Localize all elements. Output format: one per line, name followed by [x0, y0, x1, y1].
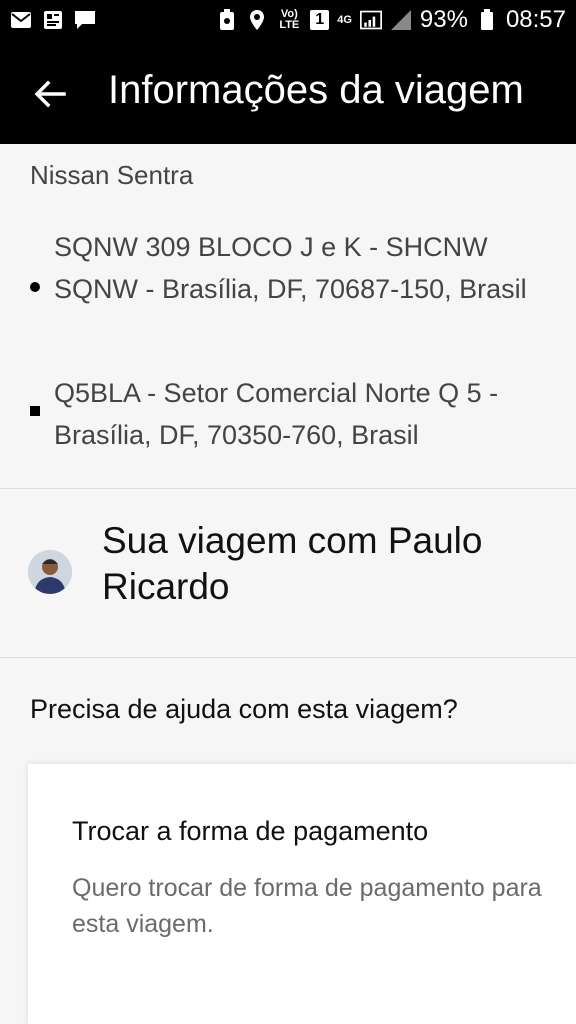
battery-icon	[476, 9, 498, 31]
dropoff-marker-icon	[30, 406, 40, 416]
pickup-marker-icon	[30, 282, 40, 292]
back-button[interactable]	[30, 74, 70, 114]
battery-percentage: 93%	[419, 6, 468, 33]
divider	[0, 488, 576, 489]
help-option-title: Trocar a forma de pagamento	[72, 816, 429, 846]
gallery-icon	[42, 9, 64, 31]
volte-label: Vo) LTE	[279, 8, 300, 31]
page-title: Informações da viagem	[108, 68, 524, 112]
driver-trip-title[interactable]: Sua viagem com Paulo Ricardo	[102, 518, 542, 610]
status-bar: Vo) LTE 1 4G 93% 08:57	[0, 0, 576, 44]
divider	[0, 657, 576, 658]
network-label: 4G	[337, 13, 352, 26]
battery-saver-icon	[216, 9, 238, 31]
signal-strength-icon	[390, 9, 412, 31]
help-option-change-payment[interactable]: Trocar a forma de pagamento Quero trocar…	[28, 764, 576, 1024]
driver-avatar	[28, 550, 72, 594]
help-heading: Precisa de ajuda com esta viagem?	[30, 694, 458, 724]
pickup-address: SQNW 309 BLOCO J e K - SHCNW SQNW - Bras…	[54, 232, 527, 304]
app-bar: Informações da viagem	[0, 44, 576, 144]
signal-icon	[359, 9, 382, 31]
location-icon	[246, 9, 268, 31]
dropoff-address: Q5BLA - Setor Comercial Norte Q 5 - Bras…	[54, 378, 499, 450]
help-option-description: Quero trocar de forma de pagamento para …	[72, 874, 542, 938]
arrow-left-icon	[34, 80, 66, 108]
sim-badge: 1	[310, 10, 330, 30]
clock: 08:57	[505, 6, 566, 33]
message-icon	[74, 9, 96, 31]
vehicle-name: Nissan Sentra	[30, 160, 194, 190]
mail-icon	[10, 9, 32, 31]
